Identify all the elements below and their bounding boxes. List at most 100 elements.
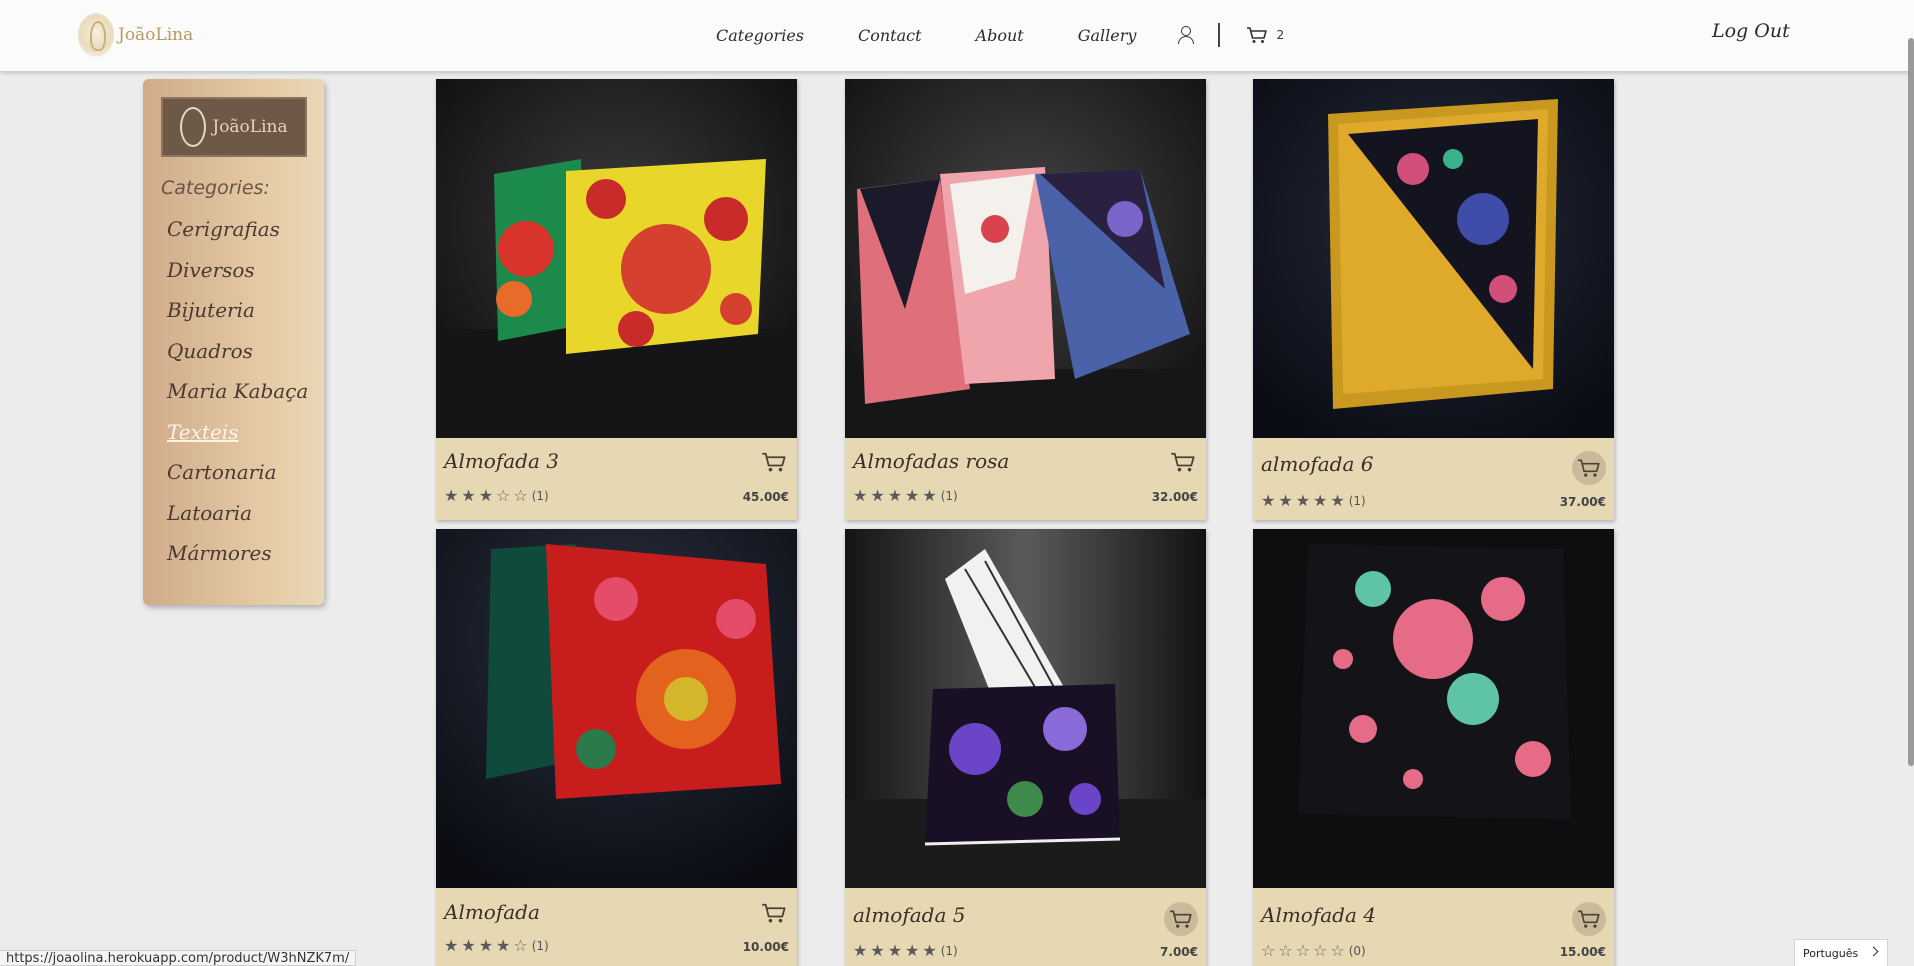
category-marmores[interactable]: Mármores [167,541,308,582]
category-maria-kabaca[interactable]: Maria Kabaça [167,379,308,420]
logo-emblem-icon [78,13,114,57]
review-count: (1) [531,489,549,503]
star-filled-icon: ★ [853,941,868,960]
cart-icon [1247,27,1268,43]
main-nav: Categories Contact About Gallery 2 [716,22,1284,48]
product-price: 15.00€ [1559,945,1606,959]
star-rating: ★ ★ ★ ★ ★ (1) [853,488,958,504]
product-title[interactable]: Almofada 4 [1261,903,1376,927]
nav-contact[interactable]: Contact [858,26,922,45]
language-label: Português [1803,946,1859,960]
add-to-cart-button[interactable] [1572,451,1606,485]
product-card[interactable]: almofada 6 ★ ★ ★ ★ ★ (1) 37.00€ [1253,79,1614,520]
star-empty-icon: ☆ [1330,941,1345,960]
user-icon[interactable] [1176,24,1196,46]
logo-emblem-icon [180,107,207,147]
product-card[interactable]: almofada 5 ★ ★ ★ ★ ★ (1) 7.00€ [845,529,1206,966]
category-sidebar: JoãoLina Categories: Cerigrafias Diverso… [143,79,324,605]
nav-about[interactable]: About [976,26,1024,45]
star-filled-icon: ★ [461,936,476,955]
star-filled-icon: ★ [1261,491,1276,510]
product-title[interactable]: almofada 5 [853,903,965,927]
product-title[interactable]: Almofadas rosa [853,449,1009,473]
nav-gallery[interactable]: Gallery [1078,26,1137,45]
product-photo[interactable] [845,529,1206,888]
product-price: 45.00€ [742,490,789,504]
review-count: (1) [531,939,549,953]
category-texteis[interactable]: Texteis [167,420,308,461]
star-rating: ★ ★ ★ ☆ ☆ (1) [444,488,549,504]
product-title[interactable]: Almofada 3 [444,449,559,473]
star-filled-icon: ★ [922,486,937,505]
category-cartonaria[interactable]: Cartonaria [167,460,308,501]
product-title[interactable]: Almofada [444,900,540,924]
brand-logo[interactable]: JoãoLina [78,12,193,58]
star-filled-icon: ★ [870,486,885,505]
star-filled-icon: ★ [1295,491,1311,510]
star-filled-icon: ★ [1330,491,1345,510]
page-scrollbar[interactable] [1908,38,1914,766]
star-filled-icon: ★ [887,486,903,505]
category-cerigrafias[interactable]: Cerigrafias [167,217,308,258]
product-card[interactable]: Almofada ★ ★ ★ ★ ☆ (1) 10.00€ [436,529,797,966]
star-filled-icon: ★ [905,941,920,960]
star-filled-icon: ★ [496,936,511,955]
cart-icon [1578,910,1600,928]
add-to-cart-button[interactable] [1168,449,1198,475]
star-filled-icon: ★ [461,486,476,505]
product-card[interactable]: Almofadas rosa ★ ★ ★ ★ ★ (1) 32.00€ [845,79,1206,520]
product-card[interactable]: Almofada 3 ★ ★ ★ ☆ ☆ (1) 45.00€ [436,79,797,520]
logout-link[interactable]: Log Out [1712,20,1790,42]
product-photo[interactable] [436,79,797,438]
star-filled-icon: ★ [922,941,937,960]
language-selector[interactable]: Português [1794,939,1888,966]
product-title[interactable]: almofada 6 [1261,452,1373,476]
star-empty-icon: ☆ [1278,941,1293,960]
star-rating: ☆ ☆ ☆ ☆ ☆ (0) [1261,943,1366,959]
cart-icon [1171,452,1195,472]
star-empty-icon: ☆ [1295,941,1311,960]
cart-count: 2 [1276,28,1285,42]
review-count: (0) [1348,944,1366,958]
category-quadros[interactable]: Quadros [167,339,308,380]
product-photo[interactable] [436,529,797,888]
star-filled-icon: ★ [1278,491,1293,510]
star-filled-icon: ★ [444,486,459,505]
product-photo[interactable] [1253,79,1614,438]
star-empty-icon: ☆ [1261,941,1276,960]
star-filled-icon: ★ [887,941,903,960]
add-to-cart-button[interactable] [759,449,789,475]
star-rating: ★ ★ ★ ★ ☆ (1) [444,938,549,954]
add-to-cart-button[interactable] [759,900,789,926]
top-navbar: JoãoLina Categories Contact About Galler… [0,0,1914,71]
cart-icon [1170,910,1192,928]
star-filled-icon: ★ [478,936,494,955]
star-rating: ★ ★ ★ ★ ★ (1) [853,943,958,959]
add-to-cart-button[interactable] [1164,902,1198,936]
product-photo[interactable] [1253,529,1614,888]
product-photo[interactable] [845,79,1206,438]
category-bijuteria[interactable]: Bijuteria [167,298,308,339]
star-rating: ★ ★ ★ ★ ★ (1) [1261,493,1366,509]
cart-icon [1578,459,1600,477]
star-filled-icon: ★ [870,941,885,960]
star-empty-icon: ☆ [1313,941,1328,960]
star-empty-icon: ☆ [496,486,511,505]
product-card[interactable]: Almofada 4 ☆ ☆ ☆ ☆ ☆ (0) 15.00€ [1253,529,1614,966]
status-bar-url: https://joaolina.herokuapp.com/product/W… [0,950,357,966]
star-empty-icon: ☆ [513,936,528,955]
product-price: 10.00€ [742,940,789,954]
review-count: (1) [1348,494,1366,508]
cart-button[interactable]: 2 [1246,26,1284,44]
categories-heading: Categories: [161,177,270,199]
category-diversos[interactable]: Diversos [167,258,308,299]
product-price: 32.00€ [1151,490,1198,504]
add-to-cart-button[interactable] [1572,902,1606,936]
category-list: Cerigrafias Diversos Bijuteria Quadros M… [167,217,308,582]
cart-icon [762,452,786,472]
review-count: (1) [940,489,958,503]
nav-categories[interactable]: Categories [716,26,804,45]
category-latoaria[interactable]: Latoaria [167,501,308,542]
chevron-right-icon [1868,946,1879,957]
nav-divider [1218,23,1221,47]
